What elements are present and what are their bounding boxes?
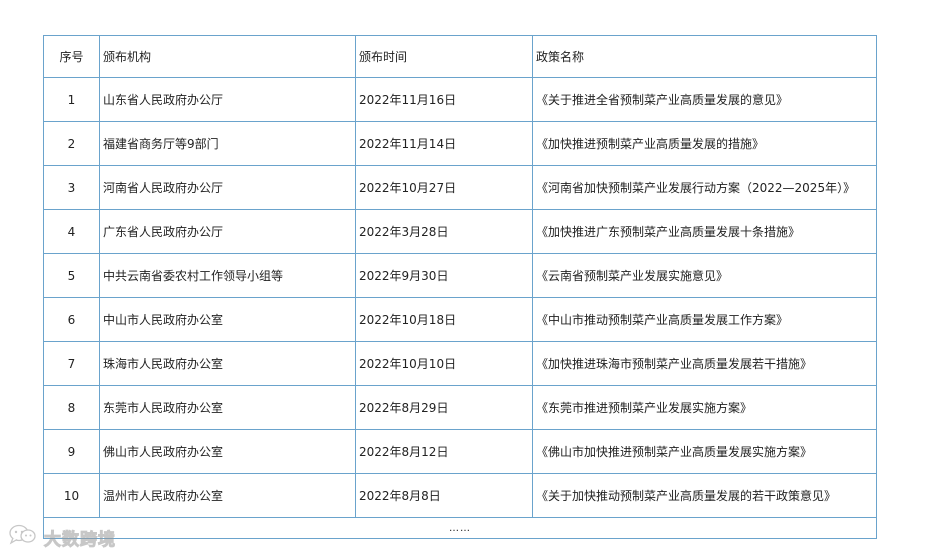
cell-policy: 《关于推进全省预制菜产业高质量发展的意见》: [532, 77, 877, 122]
policy-table: 序号 颁布机构 颁布时间 政策名称 1 山东省人民政府办公厅 2022年11月1…: [43, 35, 877, 539]
cell-policy: 《佛山市加快推进预制菜产业高质量发展实施方案》: [532, 429, 877, 474]
cell-agency: 佛山市人民政府办公室: [99, 429, 356, 474]
cell-date: 2022年11月14日: [355, 121, 533, 166]
table-row: 4 广东省人民政府办公厅 2022年3月28日 《加快推进广东预制菜产业高质量发…: [43, 209, 877, 254]
cell-policy: 《云南省预制菜产业发展实施意见》: [532, 253, 877, 298]
table-row: 7 珠海市人民政府办公室 2022年10月10日 《加快推进珠海市预制菜产业高质…: [43, 341, 877, 386]
table-row: 5 中共云南省委农村工作领导小组等 2022年9月30日 《云南省预制菜产业发展…: [43, 253, 877, 298]
table-row: 2 福建省商务厅等9部门 2022年11月14日 《加快推进预制菜产业高质量发展…: [43, 121, 877, 166]
header-agency: 颁布机构: [99, 35, 356, 78]
cell-date: 2022年8月8日: [355, 473, 533, 518]
cell-policy: 《加快推进广东预制菜产业高质量发展十条措施》: [532, 209, 877, 254]
table-body: 1 山东省人民政府办公厅 2022年11月16日 《关于推进全省预制菜产业高质量…: [43, 77, 877, 539]
cell-agency: 温州市人民政府办公室: [99, 473, 356, 518]
cell-agency: 广东省人民政府办公厅: [99, 209, 356, 254]
cell-date: 2022年8月12日: [355, 429, 533, 474]
cell-date: 2022年10月27日: [355, 165, 533, 210]
cell-agency: 山东省人民政府办公厅: [99, 77, 356, 122]
table-row: 3 河南省人民政府办公厅 2022年10月27日 《河南省加快预制菜产业发展行动…: [43, 165, 877, 210]
cell-policy: 《东莞市推进预制菜产业发展实施方案》: [532, 385, 877, 430]
cell-no: 8: [43, 385, 100, 430]
cell-date: 2022年10月10日: [355, 341, 533, 386]
cell-agency: 中山市人民政府办公室: [99, 297, 356, 342]
cell-no: 3: [43, 165, 100, 210]
cell-policy: 《加快推进预制菜产业高质量发展的措施》: [532, 121, 877, 166]
watermark: 大数跨境: [8, 524, 116, 550]
cell-no: 10: [43, 473, 100, 518]
cell-no: 5: [43, 253, 100, 298]
cell-policy: 《加快推进珠海市预制菜产业高质量发展若干措施》: [532, 341, 877, 386]
cell-policy: 《关于加快推动预制菜产业高质量发展的若干政策意见》: [532, 473, 877, 518]
wechat-logo-icon: [8, 523, 38, 551]
cell-policy: 《中山市推动预制菜产业高质量发展工作方案》: [532, 297, 877, 342]
cell-date: 2022年10月18日: [355, 297, 533, 342]
cell-agency: 福建省商务厅等9部门: [99, 121, 356, 166]
cell-date: 2022年8月29日: [355, 385, 533, 430]
cell-date: 2022年9月30日: [355, 253, 533, 298]
header-policy: 政策名称: [532, 35, 877, 78]
cell-no: 2: [43, 121, 100, 166]
cell-agency: 中共云南省委农村工作领导小组等: [99, 253, 356, 298]
cell-no: 7: [43, 341, 100, 386]
table-header-row: 序号 颁布机构 颁布时间 政策名称: [43, 35, 877, 78]
header-no: 序号: [43, 35, 100, 78]
cell-no: 6: [43, 297, 100, 342]
cell-policy: 《河南省加快预制菜产业发展行动方案（2022—2025年）》: [532, 165, 877, 210]
table-row: 10 温州市人民政府办公室 2022年8月8日 《关于加快推动预制菜产业高质量发…: [43, 473, 877, 518]
header-date: 颁布时间: [355, 35, 533, 78]
cell-no: 4: [43, 209, 100, 254]
table-row: 1 山东省人民政府办公厅 2022年11月16日 《关于推进全省预制菜产业高质量…: [43, 77, 877, 122]
table-row: 8 东莞市人民政府办公室 2022年8月29日 《东莞市推进预制菜产业发展实施方…: [43, 385, 877, 430]
cell-agency: 东莞市人民政府办公室: [99, 385, 356, 430]
cell-no: 9: [43, 429, 100, 474]
cell-date: 2022年3月28日: [355, 209, 533, 254]
cell-agency: 河南省人民政府办公厅: [99, 165, 356, 210]
more-ellipsis: ……: [43, 517, 877, 539]
watermark-text: 大数跨境: [44, 529, 116, 549]
cell-date: 2022年11月16日: [355, 77, 533, 122]
cell-agency: 珠海市人民政府办公室: [99, 341, 356, 386]
cell-no: 1: [43, 77, 100, 122]
table-more-row: ……: [43, 517, 877, 539]
table-row: 6 中山市人民政府办公室 2022年10月18日 《中山市推动预制菜产业高质量发…: [43, 297, 877, 342]
table-row: 9 佛山市人民政府办公室 2022年8月12日 《佛山市加快推进预制菜产业高质量…: [43, 429, 877, 474]
